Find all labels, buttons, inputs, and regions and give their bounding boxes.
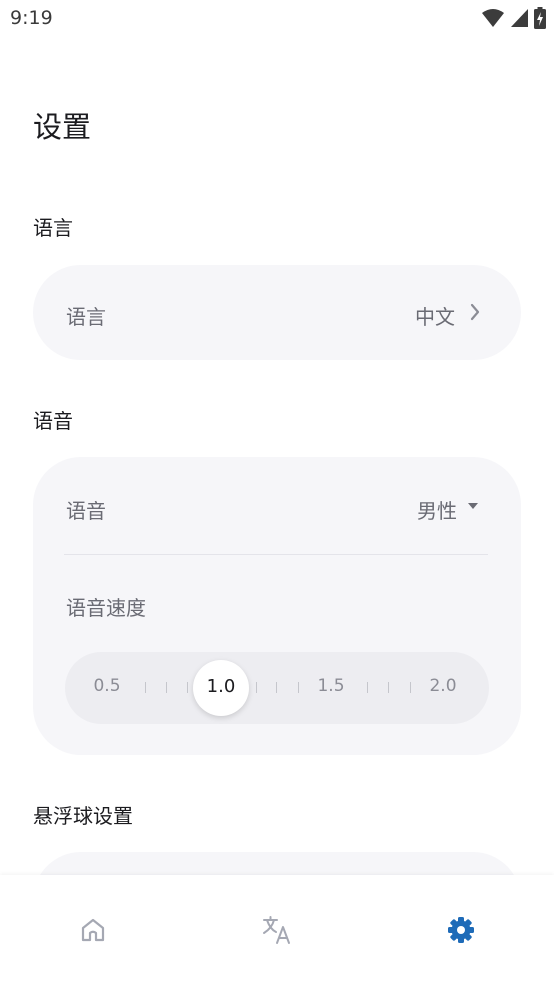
language-row[interactable]: 语言 中文 (33, 265, 521, 360)
speed-tick-label-0.5: 0.5 (93, 676, 121, 696)
speed-tick-label-2.0: 2.0 (429, 676, 457, 696)
slider-tick (298, 682, 299, 693)
slider-thumb[interactable]: 1.0 (193, 660, 249, 716)
status-icons (481, 7, 546, 29)
gear-icon (448, 917, 474, 943)
page-title: 设置 (33, 110, 92, 144)
status-time: 9:19 (10, 7, 53, 29)
slider-tick (145, 682, 146, 693)
slider-tick (367, 682, 368, 693)
slider-tick (388, 682, 389, 693)
nav-home[interactable] (76, 913, 110, 947)
section-title-floating-ball: 悬浮球设置 (33, 804, 133, 828)
slider-tick (187, 682, 188, 693)
voice-row[interactable]: 语音 男性 (33, 457, 521, 554)
chevron-right-icon (470, 303, 480, 321)
nav-translate[interactable] (260, 913, 294, 947)
voice-card-divider (64, 554, 488, 555)
speech-speed-slider[interactable]: 0.5 1.5 2.0 1.0 (65, 652, 489, 724)
voice-row-label: 语音 (66, 499, 106, 523)
slider-tick (410, 682, 411, 693)
status-bar: 9:19 (0, 0, 554, 38)
language-card: 语言 中文 (33, 265, 521, 360)
slider-tick (276, 682, 277, 693)
speed-tick-label-1.5: 1.5 (317, 676, 345, 696)
speech-speed-label: 语音速度 (66, 596, 146, 620)
bottom-nav (0, 875, 554, 984)
caret-down-icon (468, 503, 478, 509)
slider-thumb-value: 1.0 (206, 676, 236, 697)
slider-tick (166, 682, 167, 693)
voice-row-value: 男性 (417, 499, 457, 523)
section-title-voice: 语音 (33, 409, 73, 433)
language-row-label: 语言 (66, 305, 106, 329)
slider-tick (256, 682, 257, 693)
nav-settings[interactable] (444, 913, 478, 947)
section-title-language: 语言 (33, 216, 73, 240)
signal-icon (511, 9, 528, 27)
home-icon (81, 918, 105, 942)
battery-charging-icon (534, 7, 546, 29)
language-row-value: 中文 (415, 305, 455, 329)
translate-icon (263, 916, 290, 944)
wifi-icon (482, 9, 504, 27)
